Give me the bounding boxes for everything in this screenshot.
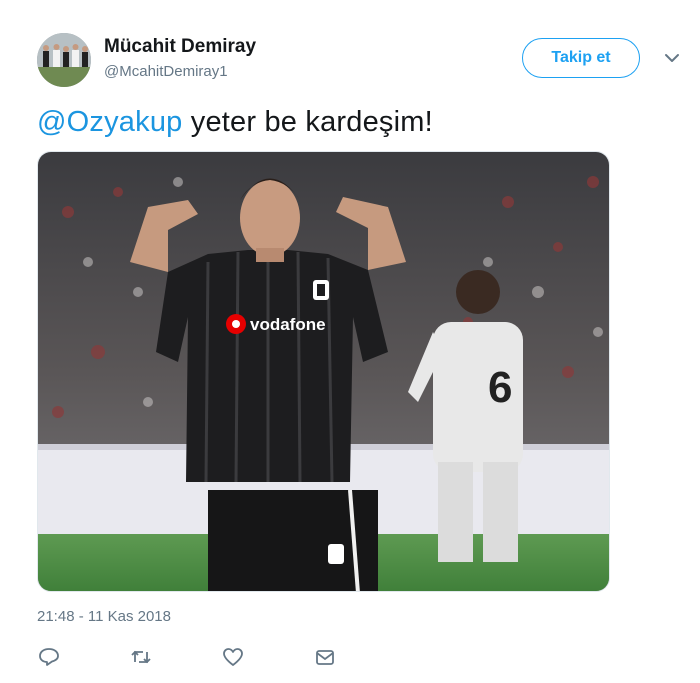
- avatar-image: [37, 33, 91, 87]
- tweet-text: @Ozyakup yeter be kardeşim!: [37, 106, 433, 139]
- tweet-photo[interactable]: 6 vodafone: [37, 151, 610, 592]
- shirt-sponsor-text: vodafone: [250, 315, 326, 334]
- chevron-down-icon[interactable]: [662, 50, 682, 66]
- reply-icon[interactable]: [37, 645, 61, 669]
- like-icon[interactable]: [221, 645, 245, 669]
- photo-football-player: 6 vodafone: [38, 152, 609, 591]
- avatar[interactable]: [37, 33, 91, 87]
- tweet-timestamp[interactable]: 21:48 - 11 Kas 2018: [37, 608, 171, 625]
- tweet-body: yeter be kardeşim!: [182, 106, 433, 138]
- display-name[interactable]: Mücahit Demiray: [104, 36, 256, 58]
- background-shirt-number: 6: [488, 363, 512, 412]
- retweet-icon[interactable]: [129, 645, 153, 669]
- user-handle[interactable]: @McahitDemiray1: [104, 63, 228, 80]
- message-icon[interactable]: [313, 645, 337, 669]
- follow-button[interactable]: Takip et: [522, 38, 640, 78]
- mention-link[interactable]: @Ozyakup: [37, 106, 182, 138]
